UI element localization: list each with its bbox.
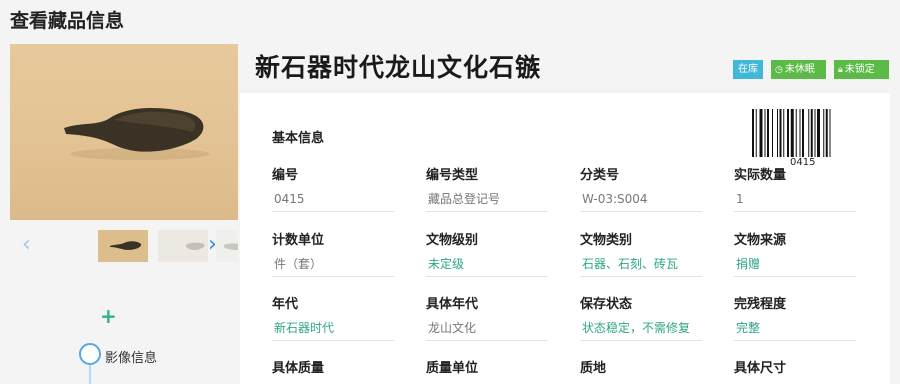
field: 保存状态状态稳定，不需修复 — [580, 293, 702, 341]
barcode-bar — [772, 109, 773, 157]
field-label: 分类号 — [580, 168, 620, 183]
field: 完残程度 完整 — [734, 293, 856, 341]
barcode-bar — [759, 109, 763, 157]
thumbnail-1-image — [110, 241, 142, 250]
field: 质量单位 — [426, 357, 548, 376]
barcode-bar — [802, 109, 804, 157]
field: 具体尺寸 — [734, 357, 856, 376]
field-value: 龙山文化 — [426, 319, 548, 341]
field: 编号 0415 — [272, 164, 394, 212]
field-value[interactable]: 石器、石刻、砖瓦 — [580, 255, 702, 277]
field: 具体年代 龙山文化 — [426, 293, 548, 341]
field-label: 具体年代 — [426, 297, 479, 312]
field-value[interactable]: 新石器时代 — [272, 319, 394, 341]
barcode-bar — [817, 109, 820, 157]
chevron-right-icon[interactable]: › — [208, 234, 217, 256]
field-label: 文物来源 — [734, 233, 787, 248]
badge-label: 未休眠 — [784, 64, 815, 75]
field-label: 具体质量 — [272, 361, 325, 376]
item-title: 新石器时代龙山文化石镞 — [255, 53, 542, 82]
field-label: 计数单位 — [272, 233, 325, 248]
barcode-bar — [795, 109, 797, 157]
artifact-main-photo[interactable] — [10, 44, 238, 220]
barcode-bar — [825, 109, 828, 157]
thumbnail-2-image — [186, 242, 205, 250]
barcode-bar — [764, 109, 766, 157]
barcode-bar — [752, 109, 754, 157]
field-value: W-03:S004 — [580, 190, 702, 212]
field-value: 1 — [734, 190, 856, 212]
thumbnail-strip: ‹ › — [10, 228, 238, 264]
field-value[interactable]: 捐赠 — [734, 255, 856, 277]
thumbnail-3-image — [224, 243, 238, 250]
stone-arrowhead-image — [64, 108, 210, 160]
barcode-bar — [787, 109, 789, 157]
chevron-left-icon[interactable]: ‹ — [22, 234, 31, 256]
field: 文物来源 捐赠 — [734, 229, 856, 277]
field-value: 件（套） — [272, 255, 394, 277]
badge-label: 在库 — [738, 64, 758, 75]
page-title: 查看藏品信息 — [10, 10, 125, 32]
barcode-bar — [829, 109, 831, 157]
barcode-bar — [814, 109, 816, 157]
field: 具体质量 — [272, 357, 394, 376]
timeline-label-image-info[interactable]: 影像信息 — [105, 347, 157, 366]
field-value: 0415 — [272, 190, 394, 212]
status-badge-lock: 🔒︎ 未锁定 — [834, 60, 889, 79]
barcode-bar — [777, 109, 778, 157]
field-value: 藏品总登记号 — [426, 190, 548, 212]
field: 编号类型藏品总登记号 — [426, 164, 548, 212]
field: 分类号 W-03:S004 — [580, 164, 702, 212]
field-label: 文物级别 — [426, 233, 479, 248]
barcode-bar — [783, 109, 785, 157]
badge-label: 未锁定 — [844, 64, 875, 75]
field-label: 质量单位 — [426, 361, 479, 376]
field-label: 编号类型 — [426, 168, 479, 183]
field: 计数单位件（套） — [272, 229, 394, 277]
status-badge-in-stock: 在库 — [733, 60, 763, 79]
thumbnail-1[interactable] — [98, 230, 148, 262]
field: 年代 新石器时代 — [272, 293, 394, 341]
lock-icon: 🔒︎ — [838, 65, 843, 75]
field-label: 完残程度 — [734, 297, 787, 312]
barcode-bar — [808, 109, 810, 157]
field-value[interactable]: 完整 — [734, 319, 856, 341]
timeline-node[interactable] — [79, 343, 101, 365]
field-label: 具体尺寸 — [734, 361, 787, 376]
section-title: 基本信息 — [272, 131, 325, 146]
field: 质地 — [580, 357, 702, 376]
field-label: 实际数量 — [734, 168, 787, 183]
field: 文物级别 未定级 — [426, 229, 548, 277]
barcode-bar — [799, 109, 801, 157]
basic-info-card: 基本信息 0415 编号 0415 编号类型 藏品总登记号 分类号 W-03:S004 实际… — [240, 93, 890, 384]
barcode-bar — [779, 109, 782, 157]
barcode-bar — [810, 109, 813, 157]
field-label: 编号 — [272, 168, 299, 183]
field: 文物类别石器、石刻、砖瓦 — [580, 229, 702, 277]
field-value[interactable]: 未定级 — [426, 255, 548, 277]
clock-icon: ◷ — [775, 65, 783, 75]
barcode-bar — [755, 109, 757, 157]
status-badge-dormant: ◷ 未休眠 — [771, 60, 826, 79]
thumbnail-2[interactable] — [158, 230, 208, 262]
field-label: 保存状态 — [580, 297, 633, 312]
field: 实际数量 1 — [734, 164, 856, 212]
barcode-bar — [767, 109, 769, 157]
barcode — [752, 109, 831, 157]
field-label: 文物类别 — [580, 233, 633, 248]
field-value[interactable]: 状态稳定，不需修复 — [580, 319, 702, 341]
field-label: 年代 — [272, 297, 299, 312]
add-image-button[interactable]: + — [100, 306, 117, 326]
thumbnail-3[interactable] — [216, 230, 238, 262]
barcode-bar — [823, 109, 825, 157]
barcode-bar — [790, 109, 794, 157]
field-label: 质地 — [580, 361, 607, 376]
